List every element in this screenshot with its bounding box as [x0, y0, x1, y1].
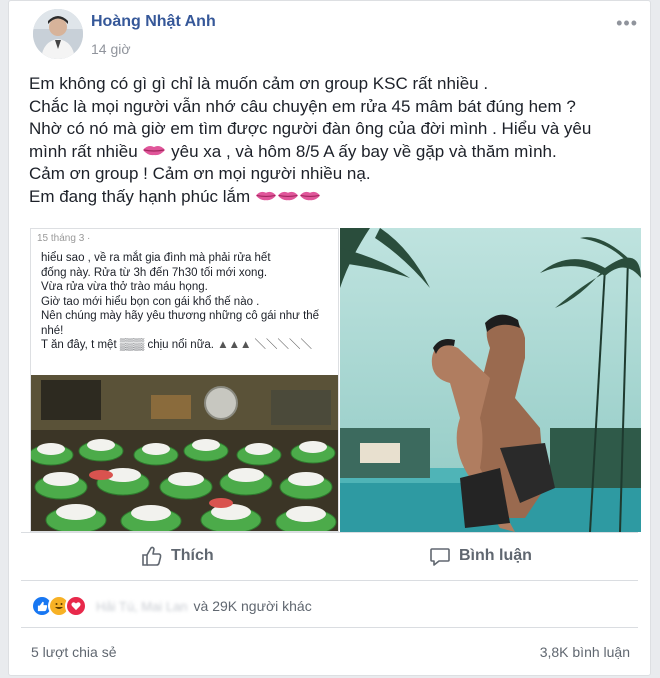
kiss-lips-icon	[277, 186, 299, 209]
post-line: Cảm ơn group ! Cảm ơn mọi người nhiều nạ…	[29, 164, 371, 184]
embedded-line: Nên chúng mày hãy yêu thương những cô gá…	[41, 310, 320, 322]
author-name[interactable]: Hoàng Nhật Anh	[91, 13, 216, 31]
couple-photo-image	[340, 228, 641, 532]
kiss-lips-icon	[142, 141, 166, 164]
embedded-line: Vừa rửa vừa thở trào máu họng.	[41, 281, 208, 293]
embedded-line-part: T ăn đây, t mệt ▒▒▒ chịu nổi nữa.	[41, 339, 214, 351]
dishes-photo	[31, 375, 338, 531]
embedded-line: đống này. Rửa từ 3h đến 7h30 tối mới xon…	[41, 266, 268, 279]
embedded-line: T ăn đây, t mệt ▒▒▒ chịu nổi nữa. ▲▲▲ ＼＼…	[41, 338, 331, 353]
divider	[21, 627, 638, 628]
reaction-summary[interactable]: Hải Tú, Mai Lan và 29K người khác	[31, 595, 312, 617]
post-timestamp[interactable]: 14 giờ	[91, 41, 131, 57]
kiss-lips-icon	[299, 186, 321, 209]
embedded-line: hiểu sao , về ra mắt gia đình mà phải rử…	[41, 252, 271, 264]
like-button[interactable]: Thích	[141, 533, 214, 579]
more-options-icon[interactable]: •••	[616, 13, 638, 34]
post-line: Chắc là mọi người vẫn nhớ câu chuyện em …	[29, 96, 576, 116]
comment-button[interactable]: Bình luận	[429, 533, 532, 579]
post-line-part: yêu xa , và hôm 8/5 A ấy bay về gặp và t…	[166, 141, 557, 161]
action-bar: Thích Bình luận	[9, 533, 650, 579]
reaction-count[interactable]: và 29K người khác	[194, 598, 312, 614]
post-card: Hoàng Nhật Anh 14 giờ ••• Em không có gì…	[8, 0, 651, 676]
blurred-friend-names: Hải Tú, Mai Lan	[96, 598, 188, 614]
post-line-part: Em đang thấy hạnh phúc lắm	[29, 186, 251, 206]
embedded-line: nhé!	[41, 324, 64, 337]
post-line: mình rất nhiều yêu xa , và hôm 8/5 A ấy …	[29, 141, 639, 164]
embedded-date: 15 tháng 3 ·	[37, 233, 91, 244]
comment-label: Bình luận	[459, 547, 532, 564]
post-line-part: mình rất nhiều	[29, 141, 138, 161]
couple-photo[interactable]	[340, 228, 641, 532]
love-reaction-icon	[65, 595, 87, 617]
post-line: Em đang thấy hạnh phúc lắm	[29, 186, 639, 209]
avatar[interactable]	[33, 9, 83, 59]
share-count[interactable]: 5 lượt chia sẻ	[31, 644, 116, 660]
comment-count[interactable]: 3,8K bình luận	[540, 644, 630, 660]
post-line: Em không có gì gì chỉ là muốn cảm ơn gro…	[29, 74, 489, 93]
post-text: Em không có gì gì chỉ là muốn cảm ơn gro…	[29, 73, 639, 209]
like-label: Thích	[171, 547, 214, 564]
comment-bubble-icon	[430, 548, 450, 566]
kiss-lips-icon	[255, 186, 277, 209]
embedded-text: hiểu sao , về ra mắt gia đình mà phải rử…	[41, 251, 331, 353]
thumbs-up-icon	[142, 546, 162, 566]
embedded-line: Giờ tao mới hiểu bọn con gái khổ thế nào…	[41, 295, 260, 308]
embedded-post-photo[interactable]: 15 tháng 3 · hiểu sao , về ra mắt gia đì…	[30, 228, 339, 532]
divider	[21, 580, 638, 581]
post-line: Nhờ có nó mà giờ em tìm được người đàn ô…	[29, 119, 592, 138]
crying-emoji-row: ▲▲▲ ＼＼＼＼＼	[217, 339, 313, 351]
